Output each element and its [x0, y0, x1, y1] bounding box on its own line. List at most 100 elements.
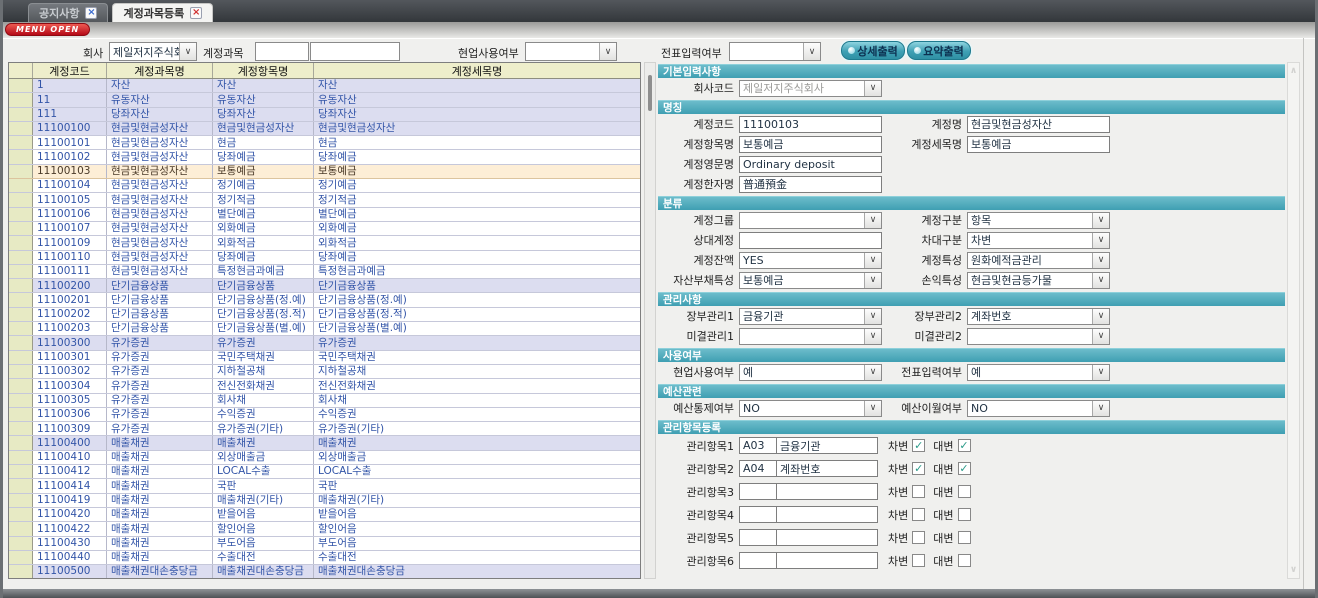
chevron-down-icon[interactable]: ∨ [864, 213, 881, 228]
ledger-mgmt-1-select[interactable]: 금융기관∨ [739, 308, 882, 325]
budget-carryover-yn-select[interactable]: NO∨ [967, 400, 1110, 417]
table-row[interactable]: 11100306유가증권수익증권수익증권 [9, 408, 640, 422]
budget-control-yn-select[interactable]: NO∨ [739, 400, 882, 417]
debit-checkbox[interactable] [912, 554, 925, 567]
chevron-down-icon[interactable]: ∨ [1092, 213, 1109, 228]
table-row[interactable]: 11100440매출채권수출대전수출대전 [9, 551, 640, 565]
chevron-down-icon[interactable]: ∨ [599, 43, 616, 60]
management-item-2-name-field[interactable] [777, 460, 878, 477]
chevron-down-icon[interactable]: ∨ [864, 401, 881, 416]
menu-open-button[interactable]: MENU OPEN [5, 23, 90, 36]
close-icon[interactable]: × [190, 7, 202, 19]
table-row[interactable]: 11100109현금및현금성자산외화적금외화적금 [9, 236, 640, 250]
account-code-filter-input[interactable] [255, 42, 309, 61]
panel-scrollbar[interactable]: ∧ ∨ [1287, 62, 1300, 579]
table-row[interactable]: 11100105현금및현금성자산정기적금정기적금 [9, 193, 640, 207]
credit-checkbox[interactable]: ✓ [958, 462, 971, 475]
chevron-down-icon[interactable]: ∨ [864, 309, 881, 324]
table-row[interactable]: 11100430매출채권부도어음부도어음 [9, 537, 640, 551]
account-hanja-name-field[interactable] [739, 176, 882, 193]
table-row[interactable]: 11100202단기금융상품단기금융상품(정.적)단기금융상품(정.적) [9, 308, 640, 322]
table-row[interactable]: 11100500매출채권대손충당금매출채권대손충당금매출채권대손충당금 [9, 565, 640, 578]
grid-scrollbar[interactable] [644, 62, 656, 579]
table-row[interactable]: 11100200단기금융상품단기금융상품단기금융상품 [9, 279, 640, 293]
chevron-down-icon[interactable]: ∨ [864, 81, 881, 96]
chevron-down-icon[interactable]: ∨ [1092, 233, 1109, 248]
management-item-4-code-field[interactable] [739, 506, 777, 523]
scroll-down-icon[interactable]: ∨ [1288, 565, 1299, 575]
ledger-mgmt-2-select[interactable]: 계좌번호∨ [967, 308, 1110, 325]
table-row[interactable]: 11100419매출채권매출채권(기타)매출채권(기타) [9, 494, 640, 508]
table-row[interactable]: 11100309유가증권유가증권(기타)유가증권(기타) [9, 422, 640, 436]
management-item-1-code-field[interactable] [739, 437, 777, 454]
account-division-select[interactable]: 항목∨ [967, 212, 1110, 229]
tab-account-registration[interactable]: 계정과목등록 × [112, 3, 213, 22]
table-row[interactable]: 11100101현금및현금성자산현금현금 [9, 136, 640, 150]
account-balance-select[interactable]: YES∨ [739, 252, 882, 269]
table-row[interactable]: 11100203단기금융상품단기금융상품(별.예)단기금융상품(별.예) [9, 322, 640, 336]
counter-account-field[interactable] [739, 232, 882, 249]
management-item-5-name-field[interactable] [777, 529, 878, 546]
table-row[interactable]: 11100100현금및현금성자산현금및현금성자산현금및현금성자산 [9, 122, 640, 136]
detail-print-button[interactable]: 상세출력 [841, 41, 905, 60]
management-item-6-name-field[interactable] [777, 552, 878, 569]
management-item-1-name-field[interactable] [777, 437, 878, 454]
table-row[interactable]: 11100107현금및현금성자산외화예금외화예금 [9, 222, 640, 236]
chevron-down-icon[interactable]: ∨ [1092, 253, 1109, 268]
debit-credit-division-select[interactable]: 차변∨ [967, 232, 1110, 249]
table-row[interactable]: 11100414매출채권국판국판 [9, 479, 640, 493]
account-group-select[interactable]: ∨ [739, 212, 882, 229]
management-item-5-code-field[interactable] [739, 529, 777, 546]
credit-checkbox[interactable] [958, 485, 971, 498]
account-name-field[interactable] [967, 116, 1110, 133]
chevron-down-icon[interactable]: ∨ [1092, 273, 1109, 288]
table-row[interactable]: 11100400매출채권매출채권매출채권 [9, 436, 640, 450]
management-item-2-code-field[interactable] [739, 460, 777, 477]
table-row[interactable]: 11100410매출채권외상매출금외상매출금 [9, 451, 640, 465]
account-detail-name-field[interactable] [967, 136, 1110, 153]
table-row[interactable]: 11100305유가증권회사채회사채 [9, 394, 640, 408]
chevron-down-icon[interactable]: ∨ [1092, 401, 1109, 416]
summary-print-button[interactable]: 요약출력 [907, 41, 971, 60]
credit-checkbox[interactable] [958, 554, 971, 567]
table-row[interactable]: 11100102현금및현금성자산당좌예금당좌예금 [9, 150, 640, 164]
table-row[interactable]: 11100111현금및현금성자산특정현금과예금특정현금과예금 [9, 265, 640, 279]
chevron-down-icon[interactable]: ∨ [1092, 309, 1109, 324]
company-select[interactable]: 제일저지주식회사 ∨ [109, 42, 197, 61]
field-use-yn-select[interactable]: 예∨ [739, 364, 882, 381]
scroll-up-icon[interactable]: ∧ [1288, 66, 1299, 76]
account-code-field[interactable] [739, 116, 882, 133]
management-item-4-name-field[interactable] [777, 506, 878, 523]
asset-liability-character-select[interactable]: 보통예금∨ [739, 272, 882, 289]
table-row[interactable]: 11100110현금및현금성자산당좌예금당좌예금 [9, 251, 640, 265]
table-row[interactable]: 1자산자산자산 [9, 79, 640, 93]
profit-loss-character-select[interactable]: 현금및현금등가물∨ [967, 272, 1110, 289]
debit-checkbox[interactable] [912, 485, 925, 498]
debit-checkbox[interactable] [912, 508, 925, 521]
chevron-down-icon[interactable]: ∨ [864, 273, 881, 288]
tab-notice[interactable]: 공지사항 × [28, 3, 108, 22]
debit-checkbox[interactable] [912, 531, 925, 544]
chevron-down-icon[interactable]: ∨ [864, 329, 881, 344]
table-row[interactable]: 11100104현금및현금성자산정기예금정기예금 [9, 179, 640, 193]
table-row[interactable]: 111당좌자산당좌자산당좌자산 [9, 108, 640, 122]
table-row[interactable]: 11유동자산유동자산유동자산 [9, 93, 640, 107]
close-icon[interactable]: × [85, 7, 97, 19]
table-row[interactable]: 11100301유가증권국민주택채권국민주택채권 [9, 351, 640, 365]
table-row[interactable]: 11100300유가증권유가증권유가증권 [9, 336, 640, 350]
management-item-3-code-field[interactable] [739, 483, 777, 500]
chevron-down-icon[interactable]: ∨ [864, 365, 881, 380]
management-item-3-name-field[interactable] [777, 483, 878, 500]
slip-entry-yn-select[interactable]: 예∨ [967, 364, 1110, 381]
pending-mgmt-1-select[interactable]: ∨ [739, 328, 882, 345]
chevron-down-icon[interactable]: ∨ [1092, 365, 1109, 380]
chevron-down-icon[interactable]: ∨ [864, 253, 881, 268]
table-row[interactable]: 11100422매출채권할인어음할인어음 [9, 522, 640, 536]
chevron-down-icon[interactable]: ∨ [1092, 329, 1109, 344]
chevron-down-icon[interactable]: ∨ [179, 43, 196, 60]
credit-checkbox[interactable] [958, 508, 971, 521]
debit-checkbox[interactable]: ✓ [912, 439, 925, 452]
account-name-filter-input[interactable] [310, 42, 400, 61]
account-item-name-field[interactable] [739, 136, 882, 153]
chevron-down-icon[interactable]: ∨ [803, 43, 820, 60]
